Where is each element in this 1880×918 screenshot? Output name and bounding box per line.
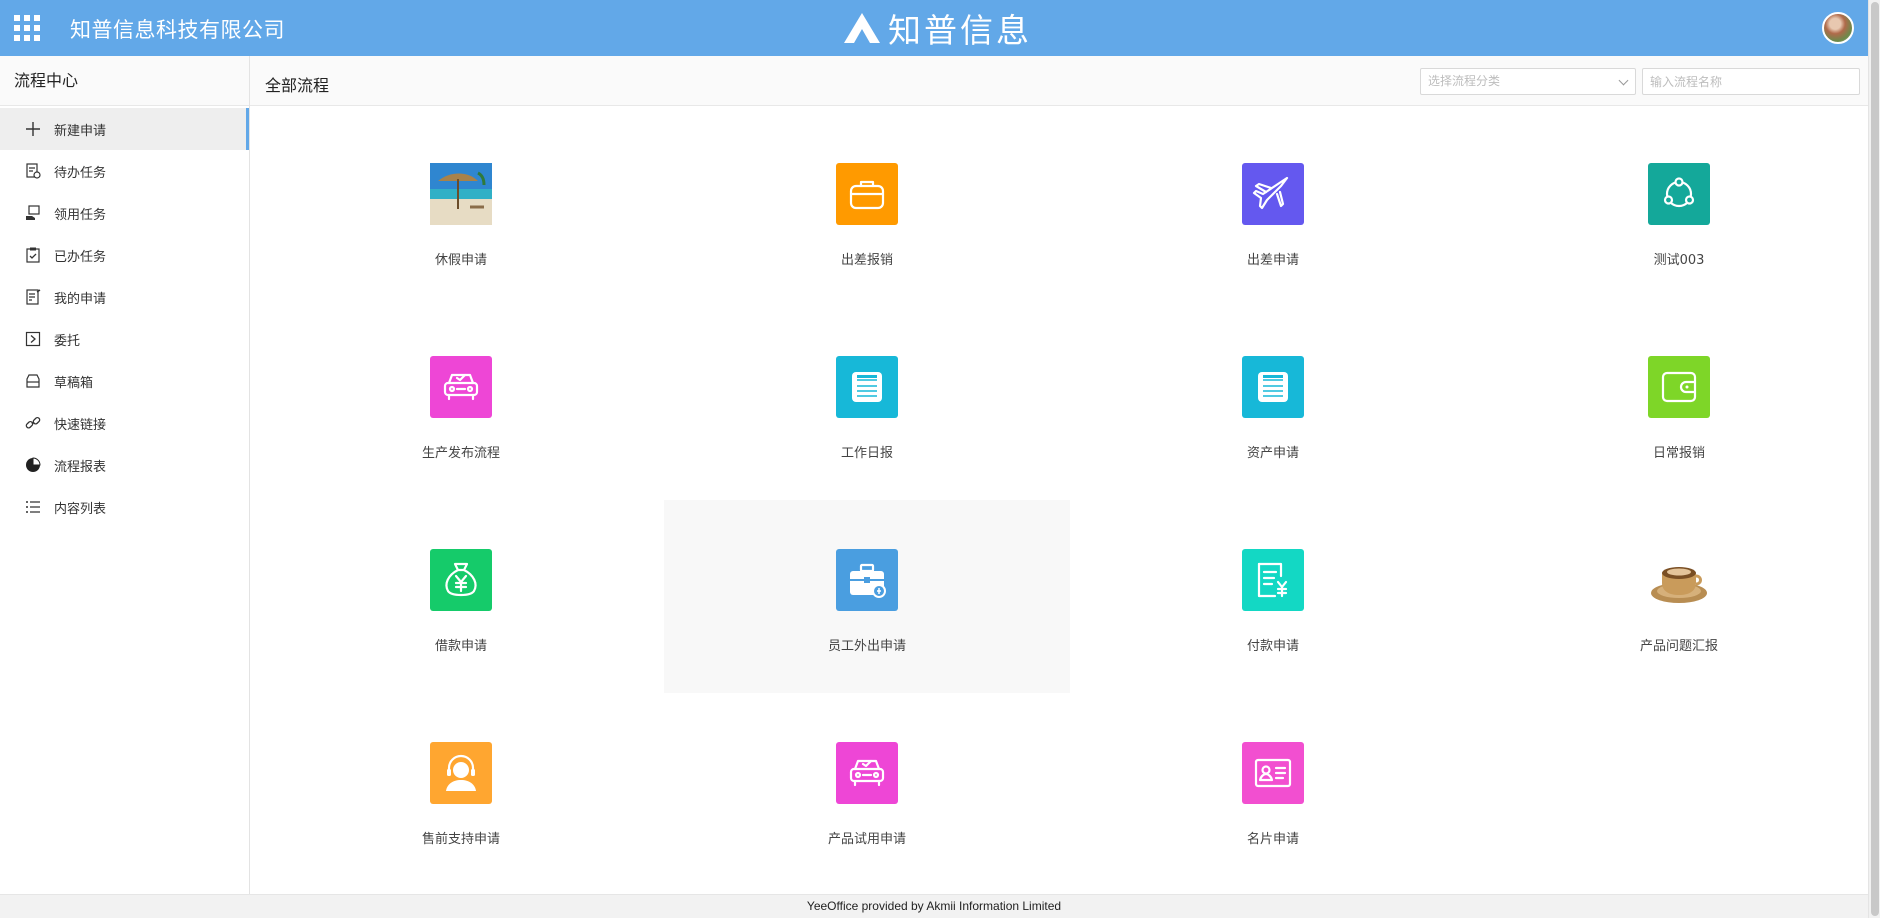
main-header: 全部流程 选择流程分类 xyxy=(250,56,1868,106)
list-icon xyxy=(24,498,42,516)
process-tile[interactable]: 生产发布流程 xyxy=(258,307,664,500)
briefcase-coin-icon[interactable] xyxy=(836,549,898,611)
user-avatar[interactable] xyxy=(1822,12,1854,44)
process-grid: 休假申请 出差报销 出差申请 测试003 生产发布流程 工作日报 资产申请 日常报销借款申请 员… xyxy=(258,114,1868,888)
airplane-icon[interactable] xyxy=(1242,163,1304,225)
process-label[interactable]: 休假申请 xyxy=(435,249,487,268)
car-check-icon[interactable] xyxy=(430,356,492,418)
process-tile[interactable]: 员工外出申请 xyxy=(664,500,1070,693)
process-label[interactable]: 生产发布流程 xyxy=(422,442,500,461)
chevron-down-icon xyxy=(1618,75,1629,86)
page-title: 全部流程 xyxy=(265,76,330,95)
id-card-icon[interactable] xyxy=(1242,742,1304,804)
edit-doc-icon xyxy=(24,288,42,306)
process-tile[interactable]: 出差报销 xyxy=(664,114,1070,307)
top-bar: 知普信息科技有限公司 知普信息 xyxy=(0,0,1868,56)
process-label[interactable]: 员工外出申请 xyxy=(828,635,906,654)
process-tile[interactable]: 休假申请 xyxy=(258,114,664,307)
money-bag-icon[interactable] xyxy=(430,549,492,611)
process-label[interactable]: 付款申请 xyxy=(1247,635,1299,654)
sidebar-item[interactable]: 新建申请 xyxy=(0,108,249,150)
plus-icon xyxy=(24,120,42,138)
process-tile[interactable]: 日常报销 xyxy=(1476,307,1880,500)
brand-mountain-icon xyxy=(844,13,880,43)
sidebar-nav: 新建申请待办任务领用任务已办任务我的申请委托草稿箱快速链接流程报表内容列表 xyxy=(0,108,249,528)
process-label[interactable]: 借款申请 xyxy=(435,635,487,654)
sidebar-item[interactable]: 草稿箱 xyxy=(0,360,249,402)
beach-photo-icon[interactable] xyxy=(430,163,492,225)
sidebar: 流程中心 新建申请待办任务领用任务已办任务我的申请委托草稿箱快速链接流程报表内容… xyxy=(0,56,250,894)
sidebar-item-label: 领用任务 xyxy=(54,207,107,223)
brand-logo: 知普信息 xyxy=(842,8,1032,50)
todo-doc-icon xyxy=(24,162,42,180)
process-tile[interactable]: 售前支持申请 xyxy=(258,693,664,886)
process-label[interactable]: 名片申请 xyxy=(1247,828,1299,847)
link-icon xyxy=(24,414,42,432)
pie-chart-icon xyxy=(24,456,42,474)
process-tile[interactable]: 产品问题汇报 xyxy=(1476,500,1880,693)
company-name: 知普信息科技有限公司 xyxy=(70,18,285,42)
process-label[interactable]: 资产申请 xyxy=(1247,442,1299,461)
sidebar-item-label: 我的申请 xyxy=(54,291,107,307)
sidebar-item-label: 待办任务 xyxy=(54,165,107,181)
footer: YeeOffice provided by Akmii Information … xyxy=(0,894,1868,918)
process-tile[interactable]: 资产申请 xyxy=(1070,307,1476,500)
sidebar-item-label: 新建申请 xyxy=(54,123,107,139)
coffee-photo-icon[interactable] xyxy=(1648,549,1710,611)
report-doc-icon[interactable] xyxy=(836,356,898,418)
report-doc-icon[interactable] xyxy=(1242,356,1304,418)
process-tile[interactable]: 名片申请 xyxy=(1070,693,1476,886)
sidebar-title: 流程中心 xyxy=(0,56,249,106)
sidebar-item[interactable]: 已办任务 xyxy=(0,234,249,276)
process-label[interactable]: 测试003 xyxy=(1654,249,1705,268)
share-circle-icon[interactable] xyxy=(1648,163,1710,225)
wallet-icon[interactable] xyxy=(1648,356,1710,418)
brand-text: 知普信息 xyxy=(888,11,1032,50)
page-area: 知普信息科技有限公司 知普信息 流程中心 新建申请待办任务领用任务已办任务我的申… xyxy=(0,0,1868,918)
sidebar-item-label: 流程报表 xyxy=(54,459,107,475)
category-select-placeholder: 选择流程分类 xyxy=(1428,74,1501,88)
app-root: 知普信息科技有限公司 知普信息 流程中心 新建申请待办任务领用任务已办任务我的申… xyxy=(0,0,1880,918)
clipboard-check-icon xyxy=(24,246,42,264)
page-scrollbar[interactable] xyxy=(1868,0,1880,918)
headset-person-icon[interactable] xyxy=(430,742,492,804)
process-label[interactable]: 售前支持申请 xyxy=(422,828,500,847)
car-check-icon[interactable] xyxy=(836,742,898,804)
process-label[interactable]: 日常报销 xyxy=(1653,442,1705,461)
sidebar-item[interactable]: 委托 xyxy=(0,318,249,360)
process-tile[interactable]: 测试003 xyxy=(1476,114,1880,307)
sidebar-item[interactable]: 内容列表 xyxy=(0,486,249,528)
process-tile[interactable]: 产品试用申请 xyxy=(664,693,1070,886)
delegate-icon xyxy=(24,330,42,348)
sidebar-item-label: 委托 xyxy=(54,333,81,349)
sidebar-item[interactable]: 快速链接 xyxy=(0,402,249,444)
sidebar-item-label: 已办任务 xyxy=(54,249,107,265)
sidebar-item[interactable]: 我的申请 xyxy=(0,276,249,318)
scrollbar-thumb[interactable] xyxy=(1871,2,1879,916)
process-label[interactable]: 产品问题汇报 xyxy=(1640,635,1718,654)
hand-task-icon xyxy=(24,204,42,222)
category-select[interactable]: 选择流程分类 xyxy=(1420,68,1636,95)
sidebar-item-label: 内容列表 xyxy=(54,501,107,517)
invoice-yen-icon[interactable] xyxy=(1242,549,1304,611)
process-label[interactable]: 出差报销 xyxy=(841,249,893,268)
process-search-input[interactable] xyxy=(1642,68,1860,95)
process-label[interactable]: 出差申请 xyxy=(1247,249,1299,268)
process-tile[interactable]: 出差申请 xyxy=(1070,114,1476,307)
main-content: 全部流程 选择流程分类 休假申请 出差报销 出差申请 测试003 生产发布流程 工作日报 资… xyxy=(250,56,1868,894)
process-tile[interactable]: 付款申请 xyxy=(1070,500,1476,693)
process-tile[interactable]: 工作日报 xyxy=(664,307,1070,500)
process-label[interactable]: 产品试用申请 xyxy=(828,828,906,847)
inbox-icon xyxy=(24,372,42,390)
suitcase-icon[interactable] xyxy=(836,163,898,225)
sidebar-item[interactable]: 流程报表 xyxy=(0,444,249,486)
sidebar-item[interactable]: 待办任务 xyxy=(0,150,249,192)
sidebar-item-label: 快速链接 xyxy=(54,417,107,433)
process-tile[interactable]: 借款申请 xyxy=(258,500,664,693)
process-label[interactable]: 工作日报 xyxy=(841,442,893,461)
app-grid-menu-icon[interactable] xyxy=(14,15,40,41)
sidebar-item[interactable]: 领用任务 xyxy=(0,192,249,234)
sidebar-item-label: 草稿箱 xyxy=(54,375,94,391)
